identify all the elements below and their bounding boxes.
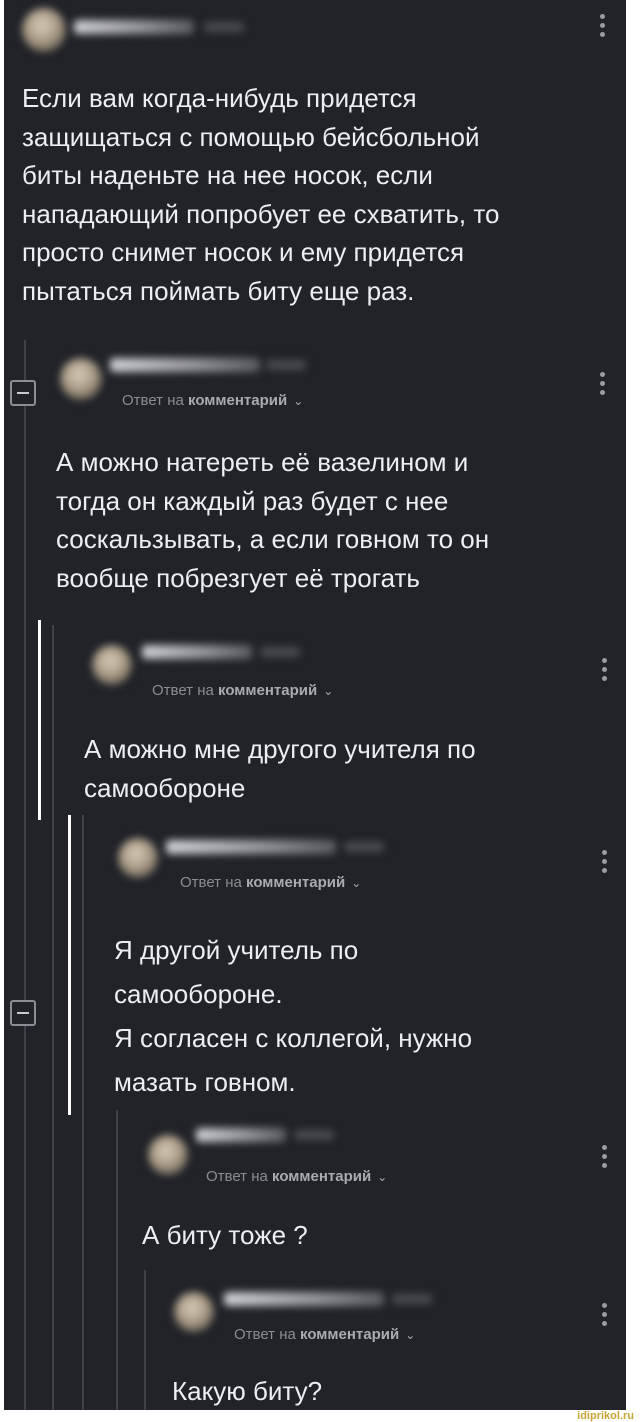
comment-text: А можно натереть её вазелином и тогда он… [56, 447, 490, 593]
more-options-icon[interactable] [600, 14, 606, 41]
thread-line-level-5 [144, 1270, 146, 1410]
avatar[interactable] [22, 8, 66, 52]
timestamp [294, 1130, 334, 1140]
collapse-thread-button[interactable] [10, 380, 36, 406]
thread-line-level-3 [82, 815, 84, 1410]
watermark: idiprikol.ru [577, 1410, 634, 1422]
more-options-icon[interactable] [600, 372, 606, 399]
timestamp [266, 360, 306, 370]
avatar[interactable] [174, 1292, 214, 1332]
more-options-icon[interactable] [602, 1145, 608, 1172]
timestamp [344, 842, 384, 852]
thread-line-level-2 [52, 625, 54, 1410]
timestamp [392, 1294, 432, 1304]
username[interactable] [224, 1292, 384, 1306]
chevron-down-icon: ⌄ [377, 1170, 388, 1184]
collapse-thread-button[interactable] [10, 1000, 36, 1026]
avatar[interactable] [92, 645, 132, 685]
more-options-icon[interactable] [602, 658, 608, 685]
reply-to-link[interactable]: Ответ на комментарий ⌄ [234, 1326, 415, 1343]
thread-line-level-4 [116, 1110, 118, 1410]
more-options-icon[interactable] [602, 850, 608, 877]
more-options-icon[interactable] [602, 1303, 608, 1330]
chevron-down-icon: ⌄ [405, 1328, 416, 1342]
reply-to-link[interactable]: Ответ на комментарий ⌄ [152, 682, 333, 699]
username[interactable] [196, 1128, 286, 1142]
reply-to-link[interactable]: Ответ на комментарий ⌄ [206, 1168, 387, 1185]
avatar[interactable] [60, 358, 102, 400]
avatar[interactable] [118, 838, 158, 878]
comment-text: А биту тоже ? [142, 1220, 308, 1250]
username[interactable] [166, 840, 336, 854]
thread-line-level-1 [24, 340, 26, 1410]
avatar[interactable] [148, 1135, 188, 1175]
reply-to-link[interactable]: Ответ на комментарий ⌄ [122, 392, 303, 409]
comment-text: Если вам когда-нибудь придется защищатьс… [22, 83, 500, 306]
username[interactable] [142, 645, 252, 659]
comment-thread: Если вам когда-нибудь придется защищатьс… [4, 0, 626, 1410]
username[interactable] [110, 358, 260, 372]
chevron-down-icon: ⌄ [351, 876, 362, 890]
comment-text: Какую биту? [172, 1376, 323, 1406]
chevron-down-icon: ⌄ [293, 394, 304, 408]
username[interactable] [74, 20, 194, 34]
timestamp [204, 22, 244, 32]
comment-text: Я другой учитель по самообороне. Я согла… [114, 935, 473, 1097]
image-seam [68, 815, 71, 1115]
timestamp [260, 647, 300, 657]
reply-to-link[interactable]: Ответ на комментарий ⌄ [180, 874, 361, 891]
comment-text: А можно мне другого учителя по самооборо… [84, 734, 476, 803]
chevron-down-icon: ⌄ [323, 684, 334, 698]
image-seam [38, 620, 41, 820]
